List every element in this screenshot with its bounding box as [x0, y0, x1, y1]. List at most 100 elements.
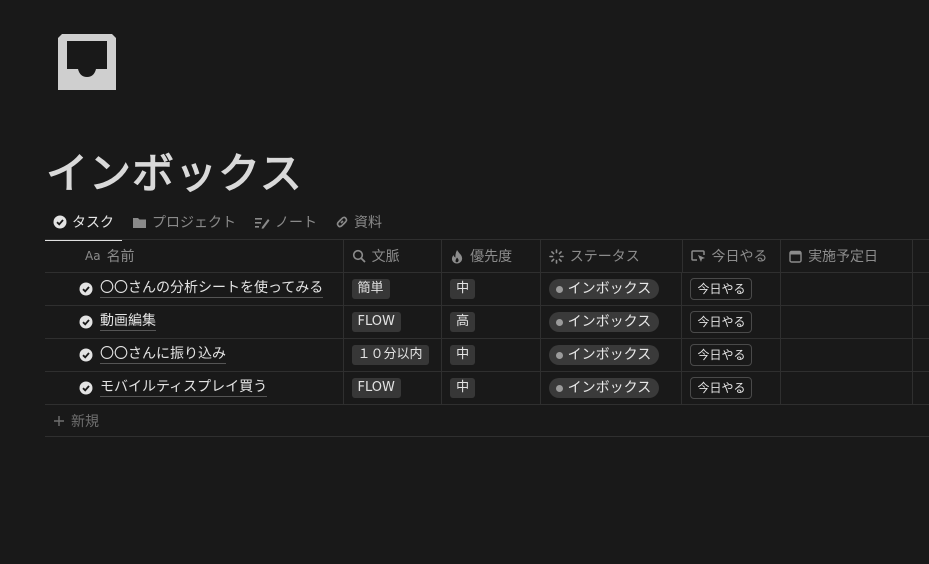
column-label: 文脈	[371, 249, 400, 265]
name-cell[interactable]: 動画編集	[45, 306, 344, 338]
today-cell: 今日やる	[682, 273, 782, 305]
priority-cell[interactable]: 中	[442, 372, 541, 404]
bunmyaku-tag: FLOW	[351, 378, 401, 398]
column-header-extra	[913, 240, 929, 272]
tab-label: タスク	[72, 215, 114, 231]
status-label: インボックス	[567, 380, 652, 396]
bunmyaku-tag: FLOW	[351, 312, 401, 332]
tab-notes[interactable]: ノート	[246, 204, 325, 240]
column-label: 優先度	[470, 249, 513, 265]
task-name[interactable]: モバイルティスプレイ買う	[100, 379, 268, 397]
tab-resources[interactable]: 資料	[327, 204, 390, 240]
page: インボックス タスク プロジェクト ノート 資料 Aa 名前 文脈 優先度 ステ…	[0, 0, 929, 564]
extra-cell	[913, 273, 929, 305]
status-label: インボックス	[567, 314, 652, 330]
status-cell[interactable]: インボックス	[541, 339, 683, 371]
column-header-name[interactable]: Aa 名前	[45, 240, 344, 272]
check-circle-icon	[79, 381, 93, 395]
status-badge: インボックス	[548, 312, 660, 332]
name-cell[interactable]: モバイルティスプレイ買う	[45, 372, 344, 404]
text-type-icon: Aa	[85, 249, 101, 263]
table-row[interactable]: 〇〇さんの分析シートを使ってみる 簡単 中 インボックス 今日やる	[45, 273, 929, 306]
bunmyaku-tag: １０分以内	[351, 345, 429, 365]
status-badge: インボックス	[548, 279, 660, 299]
check-circle-icon	[53, 215, 67, 229]
column-label: 実施予定日	[808, 249, 879, 265]
today-button[interactable]: 今日やる	[690, 344, 753, 366]
today-button[interactable]: 今日やる	[690, 311, 753, 333]
task-name[interactable]: 〇〇さんの分析シートを使ってみる	[100, 280, 324, 298]
priority-cell[interactable]: 中	[442, 273, 541, 305]
status-cell[interactable]: インボックス	[541, 273, 683, 305]
bunmyaku-tag: 簡単	[351, 279, 390, 299]
table-row[interactable]: 〇〇さんに振り込み １０分以内 中 インボックス 今日やる	[45, 339, 929, 372]
check-circle-icon	[79, 348, 93, 362]
priority-tag: 中	[450, 378, 476, 398]
date-cell[interactable]	[781, 273, 913, 305]
status-label: インボックス	[567, 347, 652, 363]
priority-cell[interactable]: 中	[442, 339, 541, 371]
button-cursor-icon	[690, 250, 705, 262]
page-title: インボックス	[46, 149, 303, 198]
status-cell[interactable]: インボックス	[541, 306, 683, 338]
column-label: 今日やる	[711, 249, 768, 265]
task-name[interactable]: 動画編集	[100, 313, 156, 331]
column-header-bunmyaku[interactable]: 文脈	[344, 240, 443, 272]
today-button[interactable]: 今日やる	[690, 377, 753, 399]
table-row[interactable]: 動画編集 FLOW 高 インボックス 今日やる	[45, 306, 929, 339]
column-label: 名前	[106, 249, 135, 265]
tab-label: プロジェクト	[152, 215, 236, 231]
name-cell[interactable]: 〇〇さんの分析シートを使ってみる	[45, 273, 344, 305]
priority-cell[interactable]: 高	[442, 306, 541, 338]
status-badge: インボックス	[548, 378, 660, 398]
status-label: インボックス	[567, 281, 652, 297]
link-icon	[336, 216, 348, 228]
bunmyaku-cell[interactable]: FLOW	[344, 306, 443, 338]
bunmyaku-cell[interactable]: FLOW	[344, 372, 443, 404]
tab-label: ノート	[275, 215, 317, 231]
task-table: Aa 名前 文脈 優先度 ステータス 今日やる 実施予定日 〇〇さんの分析シート…	[45, 239, 929, 437]
new-row-label: 新規	[71, 413, 99, 430]
extra-cell	[913, 339, 929, 371]
status-dot	[555, 318, 563, 326]
today-cell: 今日やる	[682, 339, 782, 371]
bunmyaku-cell[interactable]: 簡単	[344, 273, 443, 305]
priority-tag: 中	[450, 345, 476, 365]
tab-projects[interactable]: プロジェクト	[124, 204, 244, 240]
extra-cell	[913, 372, 929, 404]
column-header-status[interactable]: ステータス	[541, 240, 683, 272]
status-dot	[555, 285, 563, 293]
name-cell[interactable]: 〇〇さんに振り込み	[45, 339, 344, 371]
tab-tasks[interactable]: タスク	[45, 204, 122, 241]
table-header: Aa 名前 文脈 優先度 ステータス 今日やる 実施予定日	[45, 240, 929, 273]
column-header-priority[interactable]: 優先度	[442, 240, 541, 272]
search-icon	[352, 249, 366, 263]
new-row-button[interactable]: 新規	[45, 405, 929, 437]
tab-label: 資料	[354, 215, 382, 231]
check-circle-icon	[79, 315, 93, 329]
priority-tag: 高	[450, 312, 476, 332]
check-circle-icon	[79, 282, 93, 296]
folder-icon	[133, 217, 146, 228]
priority-tag: 中	[450, 279, 476, 299]
status-cell[interactable]: インボックス	[541, 372, 683, 404]
fire-icon	[452, 249, 463, 263]
note-pen-icon	[255, 218, 270, 229]
table-row[interactable]: モバイルティスプレイ買う FLOW 中 インボックス 今日やる	[45, 372, 929, 405]
inbox-tray-icon[interactable]	[56, 32, 118, 92]
today-button[interactable]: 今日やる	[690, 278, 753, 300]
status-spinner-icon	[548, 248, 564, 264]
view-tabs: タスク プロジェクト ノート 資料	[45, 204, 392, 241]
extra-cell	[913, 306, 929, 338]
bunmyaku-cell[interactable]: １０分以内	[344, 339, 443, 371]
date-cell[interactable]	[781, 306, 913, 338]
column-header-today[interactable]: 今日やる	[683, 240, 782, 272]
calendar-icon	[789, 250, 802, 263]
status-dot	[555, 351, 563, 359]
today-cell: 今日やる	[682, 306, 782, 338]
date-cell[interactable]	[781, 339, 913, 371]
column-header-date[interactable]: 実施予定日	[781, 240, 914, 272]
date-cell[interactable]	[781, 372, 913, 404]
today-cell: 今日やる	[682, 372, 782, 404]
task-name[interactable]: 〇〇さんに振り込み	[100, 346, 226, 364]
